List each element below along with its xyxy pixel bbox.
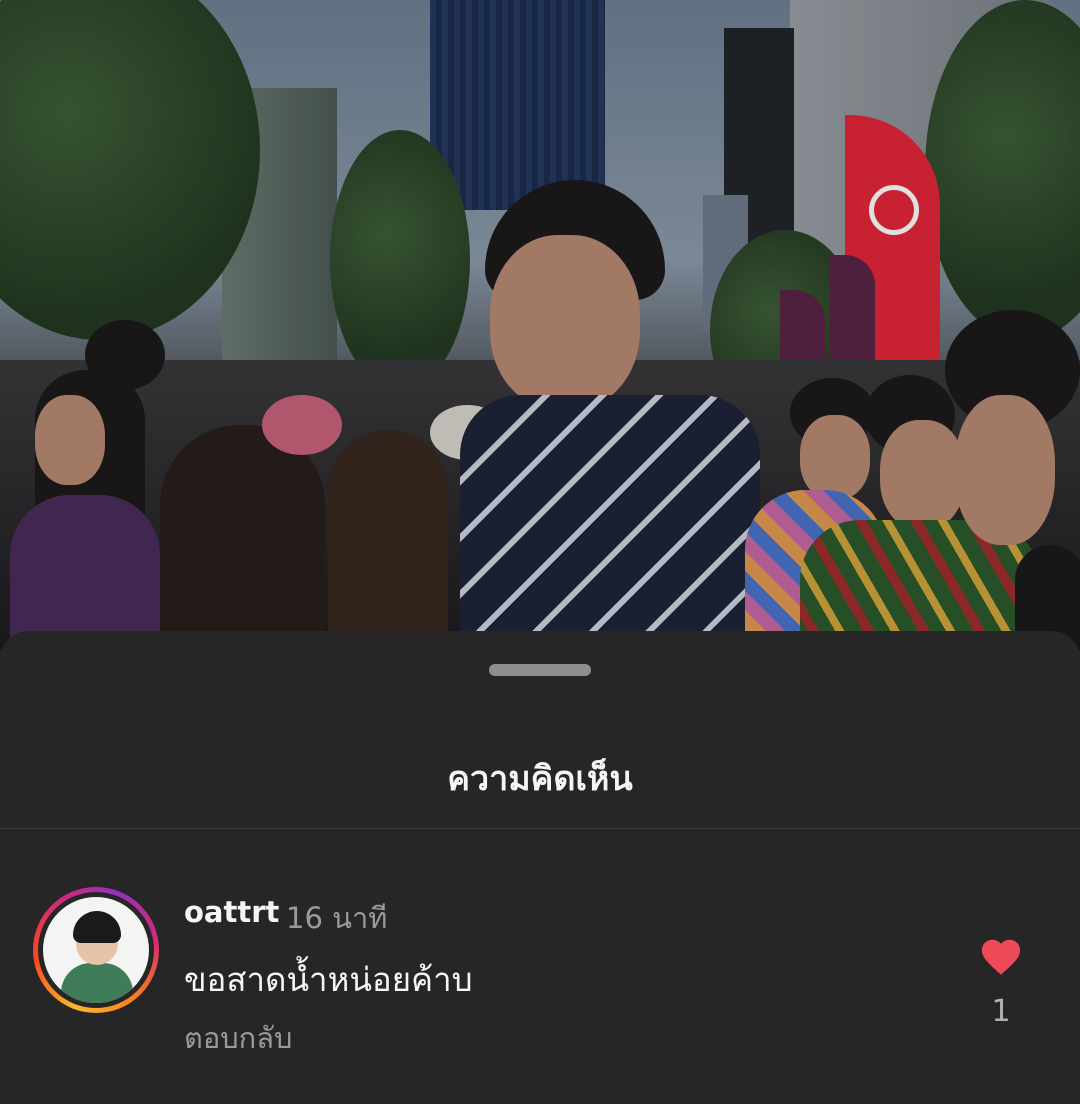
like-button[interactable]: 1	[976, 934, 1026, 1034]
comment-username[interactable]: oattrt	[184, 895, 279, 929]
heart-icon[interactable]	[978, 934, 1024, 976]
drag-handle[interactable]	[489, 664, 591, 676]
like-count: 1	[991, 994, 1011, 1029]
reply-button[interactable]: ตอบกลับ	[184, 1015, 292, 1061]
photo-dim-overlay	[0, 0, 1080, 650]
commenter-avatar[interactable]	[33, 887, 159, 1013]
sheet-title: ความคิดเห็น	[447, 759, 633, 799]
avatar-photo	[43, 897, 149, 1003]
header-divider	[0, 828, 1080, 829]
comment-timestamp: 16 นาที	[286, 901, 388, 935]
post-photo	[0, 0, 1080, 650]
comment-text: ขอสาดน้ำหน่อยค้าบ	[184, 960, 473, 999]
comments-sheet: ความคิดเห็น	[0, 631, 1080, 1104]
